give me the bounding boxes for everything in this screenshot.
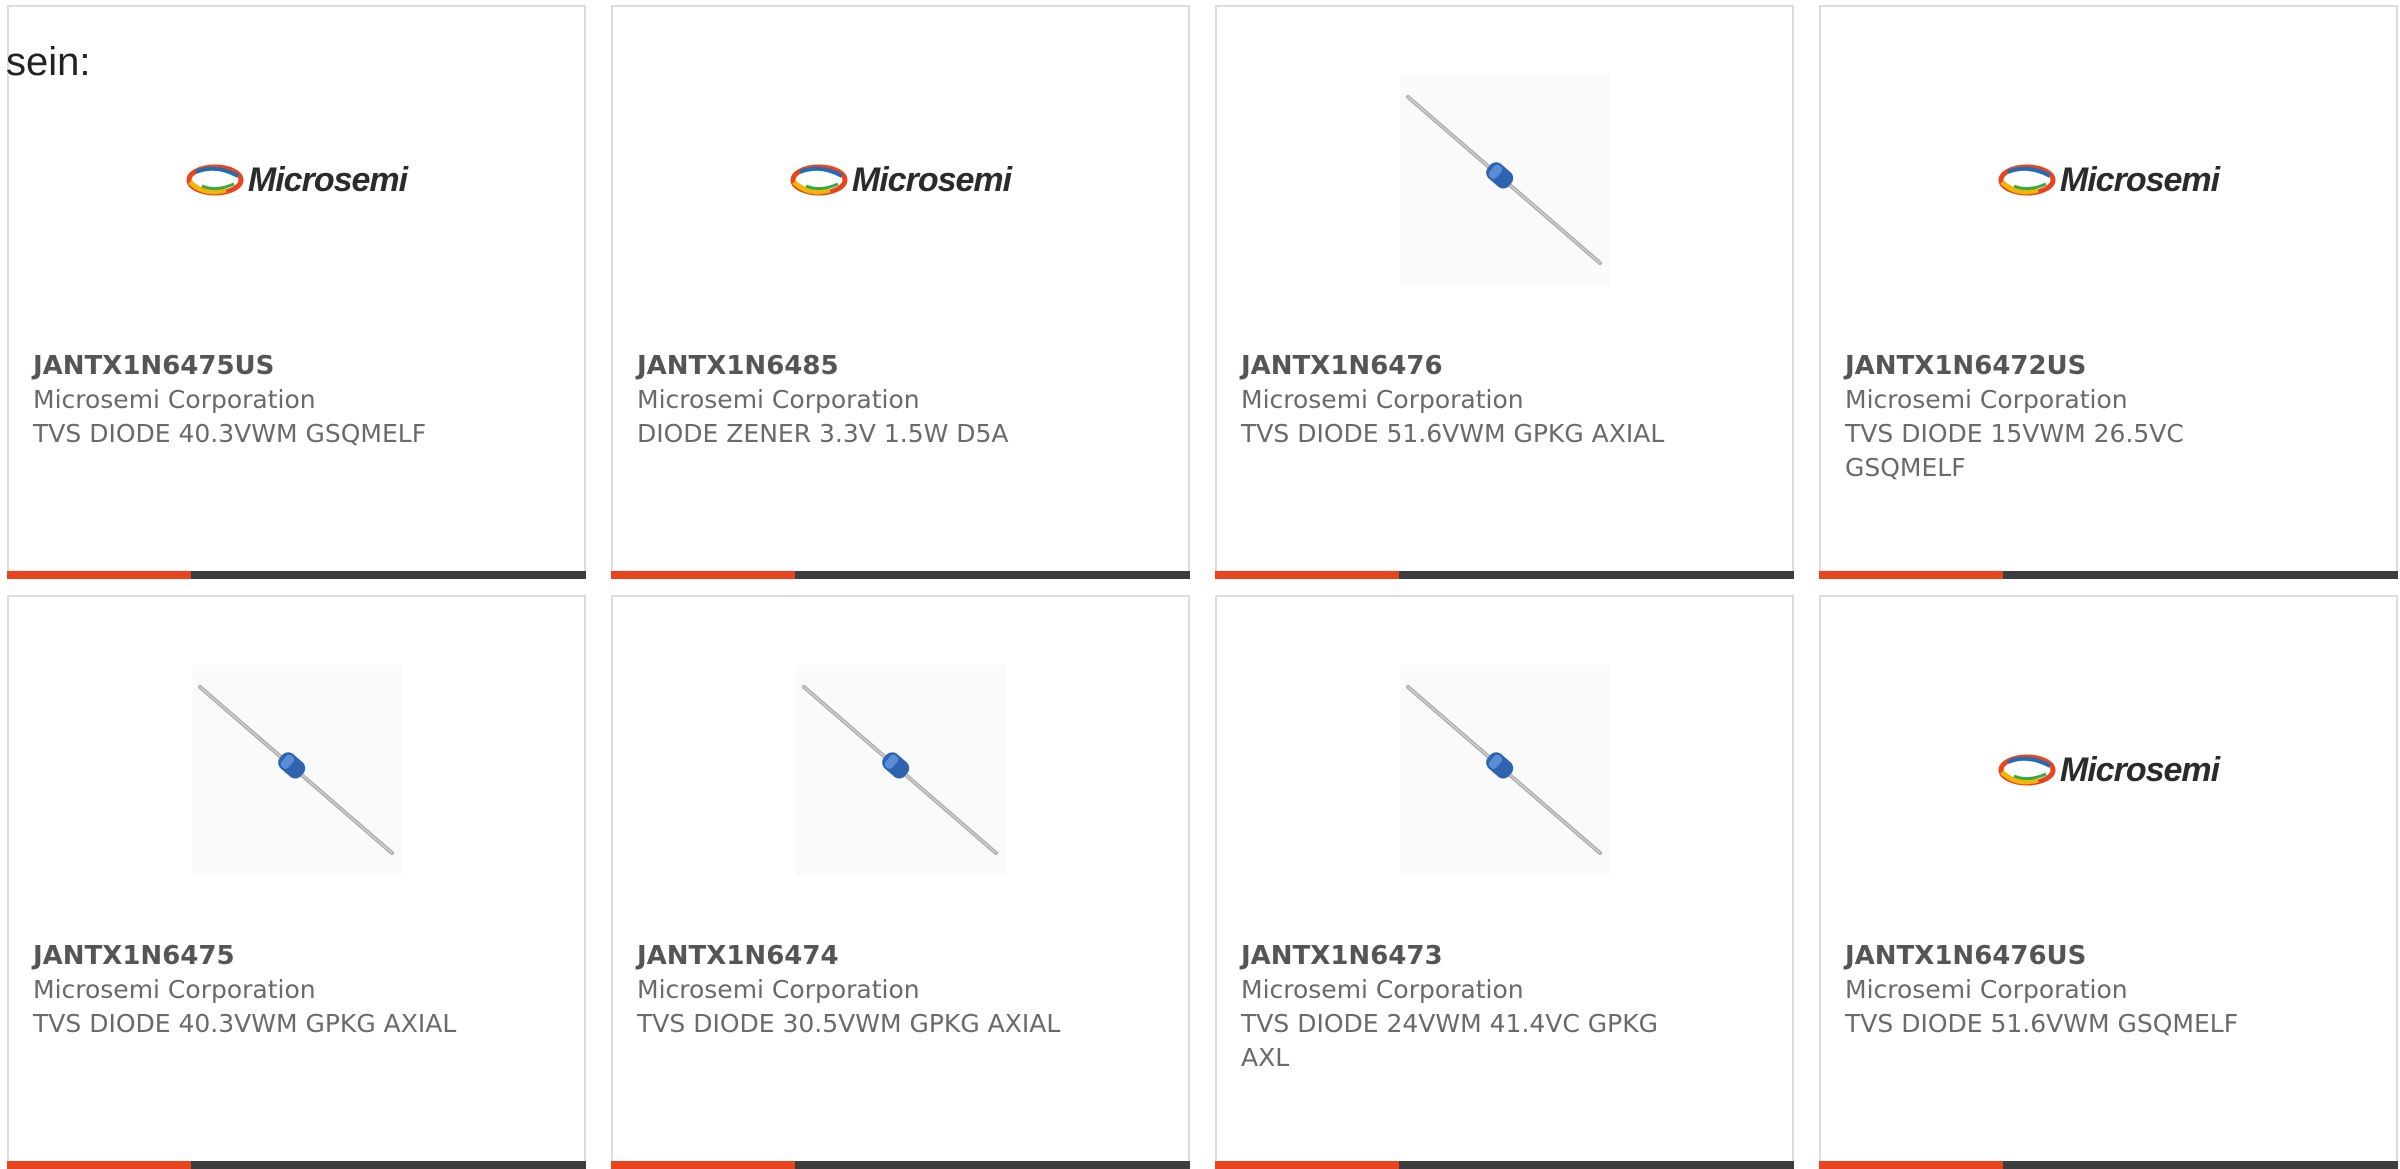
product-description: TVS DIODE 40.3VWM GPKG AXIAL — [33, 1009, 457, 1038]
card-accent-bar — [1215, 571, 1794, 579]
part-number[interactable]: JANTX1N6476US — [1845, 939, 2372, 973]
part-number[interactable]: JANTX1N6485 — [637, 349, 1164, 383]
card-accent-bar — [7, 571, 586, 579]
manufacturer-name: Microsemi Corporation — [637, 385, 920, 414]
product-description: TVS DIODE 51.6VWM GSQMELF — [1845, 1009, 2239, 1038]
product-image[interactable]: Microsemi — [186, 75, 408, 285]
product-card[interactable]: Microsemi JANTX1N6485 Microsemi Corporat… — [611, 5, 1190, 579]
product-description: TVS DIODE 40.3VWM GSQMELF — [33, 419, 427, 448]
manufacturer-name: Microsemi Corporation — [637, 975, 920, 1004]
microsemi-logo: Microsemi — [790, 160, 1012, 200]
product-card[interactable]: Microsemi JANTX1N6472US Microsemi Corpor… — [1819, 5, 2398, 579]
axial-diode-icon — [795, 665, 1006, 875]
product-description: TVS DIODE 51.6VWM GPKG AXIAL — [1241, 419, 1665, 448]
product-card[interactable]: Microsemi JANTX1N6475US Microsemi Corpor… — [7, 5, 586, 579]
axial-diode-icon — [1399, 75, 1610, 285]
product-card[interactable]: JANTX1N6475 Microsemi Corporation TVS DI… — [7, 595, 586, 1169]
microsemi-logo-text: Microsemi — [2059, 750, 2220, 789]
product-image[interactable] — [795, 665, 1006, 875]
product-description: TVS DIODE 15VWM 26.5VC GSQMELF — [1845, 419, 2184, 482]
microsemi-logo-text: Microsemi — [851, 160, 1012, 199]
product-card[interactable]: JANTX1N6473 Microsemi Corporation TVS DI… — [1215, 595, 1794, 1169]
part-number[interactable]: JANTX1N6472US — [1845, 349, 2372, 383]
manufacturer-name: Microsemi Corporation — [1241, 385, 1524, 414]
product-card[interactable]: JANTX1N6476 Microsemi Corporation TVS DI… — [1215, 5, 1794, 579]
manufacturer-name: Microsemi Corporation — [33, 385, 316, 414]
manufacturer-name: Microsemi Corporation — [1845, 385, 2128, 414]
part-number[interactable]: JANTX1N6473 — [1241, 939, 1768, 973]
product-image[interactable]: Microsemi — [1998, 665, 2220, 875]
microsemi-logo: Microsemi — [1998, 160, 2220, 200]
microsemi-logo-text: Microsemi — [2059, 160, 2220, 199]
axial-diode-icon — [191, 665, 402, 875]
intro-text: sein: — [6, 40, 91, 84]
part-number[interactable]: JANTX1N6475US — [33, 349, 560, 383]
part-number[interactable]: JANTX1N6474 — [637, 939, 1164, 973]
axial-diode-icon — [1399, 665, 1610, 875]
product-image[interactable]: Microsemi — [1998, 75, 2220, 285]
microsemi-swirl-icon — [790, 164, 848, 196]
product-image[interactable] — [191, 665, 402, 875]
product-image[interactable] — [1399, 665, 1610, 875]
microsemi-swirl-icon — [1998, 164, 2056, 196]
part-number[interactable]: JANTX1N6476 — [1241, 349, 1768, 383]
part-number[interactable]: JANTX1N6475 — [33, 939, 560, 973]
card-accent-bar — [1819, 571, 2398, 579]
product-card[interactable]: Microsemi JANTX1N6476US Microsemi Corpor… — [1819, 595, 2398, 1169]
card-accent-bar — [1819, 1161, 2398, 1169]
product-description: DIODE ZENER 3.3V 1.5W D5A — [637, 419, 1009, 448]
microsemi-swirl-icon — [186, 164, 244, 196]
card-accent-bar — [1215, 1161, 1794, 1169]
card-accent-bar — [611, 1161, 1190, 1169]
microsemi-swirl-icon — [1998, 754, 2056, 786]
microsemi-logo: Microsemi — [1998, 750, 2220, 790]
card-accent-bar — [7, 1161, 586, 1169]
microsemi-logo-text: Microsemi — [247, 160, 408, 199]
microsemi-logo: Microsemi — [186, 160, 408, 200]
product-image[interactable]: Microsemi — [790, 75, 1012, 285]
product-description: TVS DIODE 24VWM 41.4VC GPKG AXL — [1241, 1009, 1659, 1072]
manufacturer-name: Microsemi Corporation — [33, 975, 316, 1004]
manufacturer-name: Microsemi Corporation — [1845, 975, 2128, 1004]
product-card[interactable]: JANTX1N6474 Microsemi Corporation TVS DI… — [611, 595, 1190, 1169]
product-description: TVS DIODE 30.5VWM GPKG AXIAL — [637, 1009, 1061, 1038]
product-image[interactable] — [1399, 75, 1610, 285]
manufacturer-name: Microsemi Corporation — [1241, 975, 1524, 1004]
card-accent-bar — [611, 571, 1190, 579]
